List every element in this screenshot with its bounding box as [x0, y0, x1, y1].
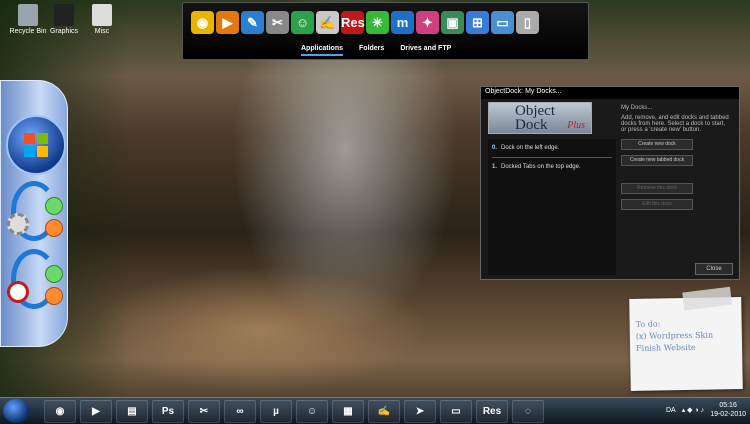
objectdock-disable-icon[interactable]: [5, 247, 65, 309]
clock-time: 05:16: [719, 402, 737, 409]
dock-label: Docked Tabs on the top edge.: [501, 164, 581, 170]
logo-text-plus: Plus: [567, 120, 585, 131]
dialog-title: ObjectDock: My Docks...: [481, 87, 739, 99]
cursor-icon[interactable]: ➤: [404, 400, 436, 423]
tools-icon[interactable]: ✂: [266, 11, 289, 34]
clock-date: 19-02-2010: [710, 411, 746, 418]
infinity-icon[interactable]: ∞: [224, 400, 256, 423]
clock[interactable]: 05:16 19-02-2010: [710, 401, 746, 419]
dock-list-item[interactable]: 1. Docked Tabs on the top edge.: [488, 158, 616, 176]
close-button[interactable]: Close: [695, 263, 733, 275]
media-player-icon[interactable]: ▶: [80, 400, 112, 423]
recycle-bin-icon: [18, 4, 38, 26]
top-dock-tabs: Applications Folders Drives and FTP: [301, 45, 451, 56]
tray-icons[interactable]: ▴ ◆ ◑ ♪: [682, 406, 704, 414]
tools-icon[interactable]: ✂: [188, 400, 220, 423]
system-tray: DA ▴ ◆ ◑ ♪ 05:16 19-02-2010: [666, 401, 746, 419]
create-new-dock-button[interactable]: Create new dock: [621, 139, 693, 150]
folder-icon: [92, 4, 112, 26]
tab-drives-and-ftp[interactable]: Drives and FTP: [400, 45, 451, 56]
multicolor-app-icon[interactable]: ✦: [416, 11, 439, 34]
messenger-icon[interactable]: ☺: [296, 400, 328, 423]
objectdock-icon[interactable]: ◌: [512, 400, 544, 423]
tab-folders[interactable]: Folders: [359, 45, 384, 56]
chrome-icon[interactable]: ◉: [191, 11, 214, 34]
start-button[interactable]: [3, 399, 29, 423]
folder-icon[interactable]: ▤: [116, 400, 148, 423]
remove-dock-button[interactable]: Remove this dock: [621, 183, 693, 194]
monitor-icon[interactable]: ▭: [440, 400, 472, 423]
logo-text-object: Object: [515, 103, 555, 119]
taskbar: ◉ ▶ ▤ Ps ✂ ∞ µ ☺ ▦ ✍ ➤ ▭ Res ◌ DA ▴ ◆ ◑ ♪ 05:16 19-02…: [0, 397, 750, 424]
messenger-icon[interactable]: ☺: [291, 11, 314, 34]
desktop-icon-label: Misc: [94, 28, 110, 35]
inkscape-icon[interactable]: ✎: [241, 11, 264, 34]
docks-list: 0. Dock on the left edge. 1. Docked Tabs o…: [488, 139, 616, 275]
tab-applications[interactable]: Applications: [301, 45, 344, 56]
dock-label: Dock on the left edge.: [501, 145, 560, 151]
windows-flag-icon[interactable]: ⊞: [466, 11, 489, 34]
monitor-icon[interactable]: ▭: [491, 11, 514, 34]
left-dock: [0, 80, 68, 347]
side-heading: My Docks...: [621, 105, 653, 111]
no-entry-icon: [7, 281, 29, 303]
top-tabbed-dock: ◉ ▶ ✎ ✂ ☺ ✍ Res ✳ m ✦ ▣ ⊞ ▭ ▯ Applications Folders Dr…: [182, 2, 589, 60]
my-docks-dialog: ObjectDock: My Docks... Object Dock Plus…: [480, 86, 740, 280]
dock-list-item[interactable]: 0. Dock on the left edge.: [488, 139, 616, 157]
windows-start-orb-icon[interactable]: [6, 115, 66, 175]
gear-icon: [7, 213, 29, 235]
torrent-icon[interactable]: µ: [260, 400, 292, 423]
dock-index: 1.: [492, 164, 498, 170]
objectdock-settings-icon[interactable]: [5, 179, 65, 241]
resource-hacker-icon[interactable]: Res: [341, 11, 365, 34]
phone-icon[interactable]: ▯: [516, 11, 539, 34]
objectdock-plus-logo: Object Dock Plus: [488, 102, 592, 134]
taskbar-items: ◉ ▶ ▤ Ps ✂ ∞ µ ☺ ▦ ✍ ➤ ▭ Res ◌: [44, 400, 544, 423]
green-app-icon[interactable]: ✳: [366, 11, 389, 34]
notepad-icon[interactable]: ✍: [368, 400, 400, 423]
window-app-icon[interactable]: ▣: [441, 11, 464, 34]
dock-index: 0.: [492, 145, 498, 151]
maxthon-icon[interactable]: m: [391, 11, 414, 34]
film-icon[interactable]: ▦: [332, 400, 364, 423]
language-indicator[interactable]: DA: [666, 407, 676, 414]
sticky-note[interactable]: To do: (x) Wordpress Skin Finish Website: [629, 286, 743, 391]
notepad-icon[interactable]: ✍: [316, 11, 339, 34]
create-new-tabbed-dock-button[interactable]: Create new tabbed dock: [621, 155, 693, 166]
edit-dock-button[interactable]: Edit this dock: [621, 199, 693, 210]
dialog-side-panel: My Docks... Add, remove, and edit docks …: [621, 105, 731, 215]
windows-flag-icon: [24, 133, 48, 157]
resource-hacker-icon[interactable]: Res: [476, 400, 508, 423]
photoshop-icon[interactable]: Ps: [152, 400, 184, 423]
media-player-icon[interactable]: ▶: [216, 11, 239, 34]
note-line: Finish Website: [635, 342, 696, 353]
side-description: Add, remove, and edit docks and tabbed d…: [621, 115, 729, 133]
folder-icon: [54, 4, 74, 26]
desktop-icon-misc[interactable]: Misc: [74, 4, 130, 35]
chrome-icon[interactable]: ◉: [44, 400, 76, 423]
top-dock-icons: ◉ ▶ ✎ ✂ ☺ ✍ Res ✳ m ✦ ▣ ⊞ ▭ ▯: [191, 11, 539, 34]
